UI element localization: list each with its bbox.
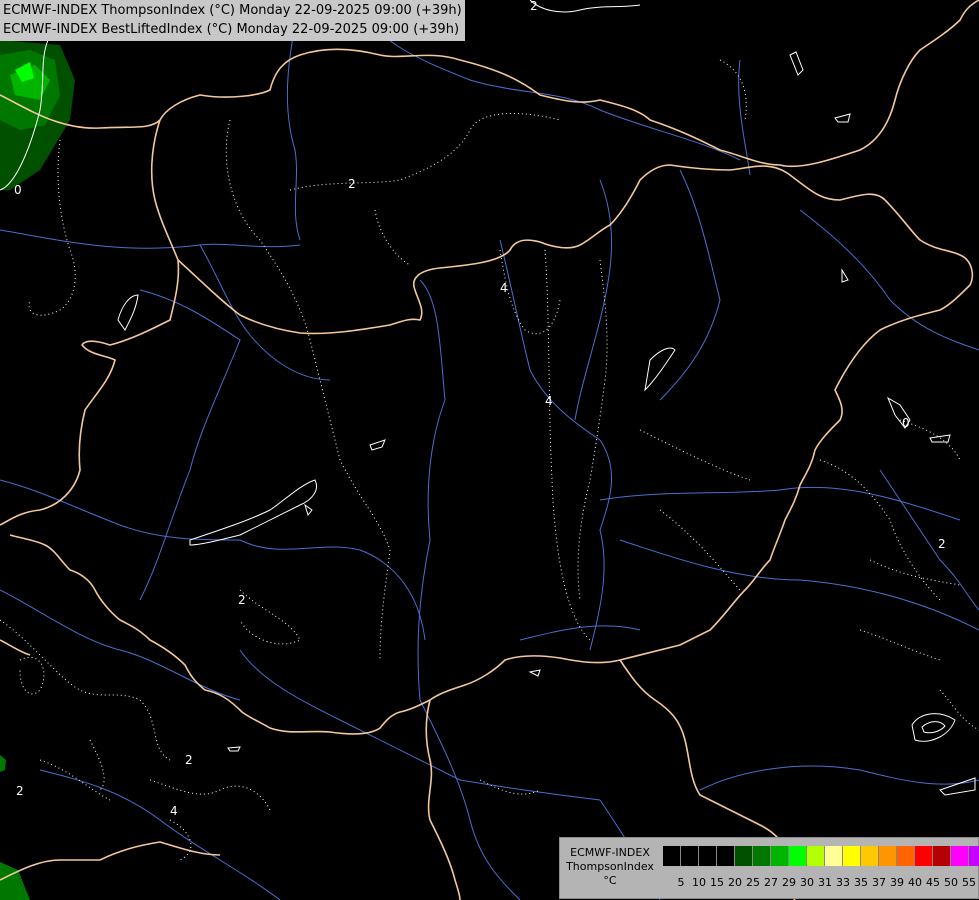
legend-tick: 37	[872, 876, 886, 889]
title-line-thompson: ECMWF-INDEX ThompsonIndex (°C) Monday 22…	[3, 3, 462, 18]
legend-tick: 33	[836, 876, 850, 889]
legend-tick: 10	[692, 876, 706, 889]
legend-swatch	[735, 846, 753, 866]
legend-swatch	[915, 846, 933, 866]
contour-label: 0	[14, 183, 22, 197]
legend-tick: 31	[818, 876, 832, 889]
legend-swatch	[843, 846, 861, 866]
legend-swatch	[771, 846, 789, 866]
map-title: ECMWF-INDEX ThompsonIndex (°C) Monday 22…	[0, 0, 465, 41]
legend-swatch	[825, 846, 843, 866]
legend-swatch	[951, 846, 969, 866]
legend-swatch	[807, 846, 825, 866]
legend-swatch	[879, 846, 897, 866]
legend-swatch	[969, 846, 979, 866]
legend-tick: 45	[926, 876, 940, 889]
legend-swatch	[717, 846, 735, 866]
legend-swatch	[699, 846, 717, 866]
legend-tick: 5	[677, 876, 685, 889]
legend-swatch	[663, 846, 681, 866]
legend-swatches	[663, 846, 979, 866]
contour-label: 2	[348, 177, 356, 191]
legend-tick: 25	[746, 876, 760, 889]
contour-label: 2	[530, 0, 538, 13]
legend-tick: 40	[908, 876, 922, 889]
legend-tick: 35	[854, 876, 868, 889]
legend-model: ECMWF-INDEX	[570, 846, 650, 859]
legend-tick: 30	[800, 876, 814, 889]
color-legend: ECMWF-INDEX ThompsonIndex °C 5 10 15 20 25 27…	[559, 837, 979, 899]
legend-swatch	[933, 846, 951, 866]
contour-label: 0	[902, 416, 910, 430]
legend-unit: °C	[603, 874, 617, 887]
legend-tick: 20	[728, 876, 742, 889]
contour-label: 4	[545, 394, 553, 408]
legend-swatch	[861, 846, 879, 866]
legend-tick: 39	[890, 876, 904, 889]
legend-tick: 27	[764, 876, 778, 889]
legend-tick: 55	[962, 876, 976, 889]
contour-label: 2	[16, 784, 24, 798]
legend-title: ECMWF-INDEX ThompsonIndex °C	[564, 846, 656, 888]
legend-index: ThompsonIndex	[566, 860, 654, 873]
legend-ticks: 51015202527293031333537394045505560	[663, 876, 979, 890]
contour-label: 2	[238, 593, 246, 607]
legend-swatch	[753, 846, 771, 866]
weather-map: 2 2 4 4 2 0 0 2 2 4 2	[0, 0, 979, 900]
contour-label: 4	[500, 281, 508, 295]
contour-label: 4	[170, 804, 178, 818]
legend-swatch	[897, 846, 915, 866]
legend-tick: 50	[944, 876, 958, 889]
legend-tick: 29	[782, 876, 796, 889]
legend-tick: 15	[710, 876, 724, 889]
contour-label: 2	[185, 753, 193, 767]
legend-swatch	[789, 846, 807, 866]
contour-label: 2	[938, 537, 946, 551]
legend-swatch	[681, 846, 699, 866]
title-line-lifted: ECMWF-INDEX BestLiftedIndex (°C) Monday …	[3, 22, 460, 37]
